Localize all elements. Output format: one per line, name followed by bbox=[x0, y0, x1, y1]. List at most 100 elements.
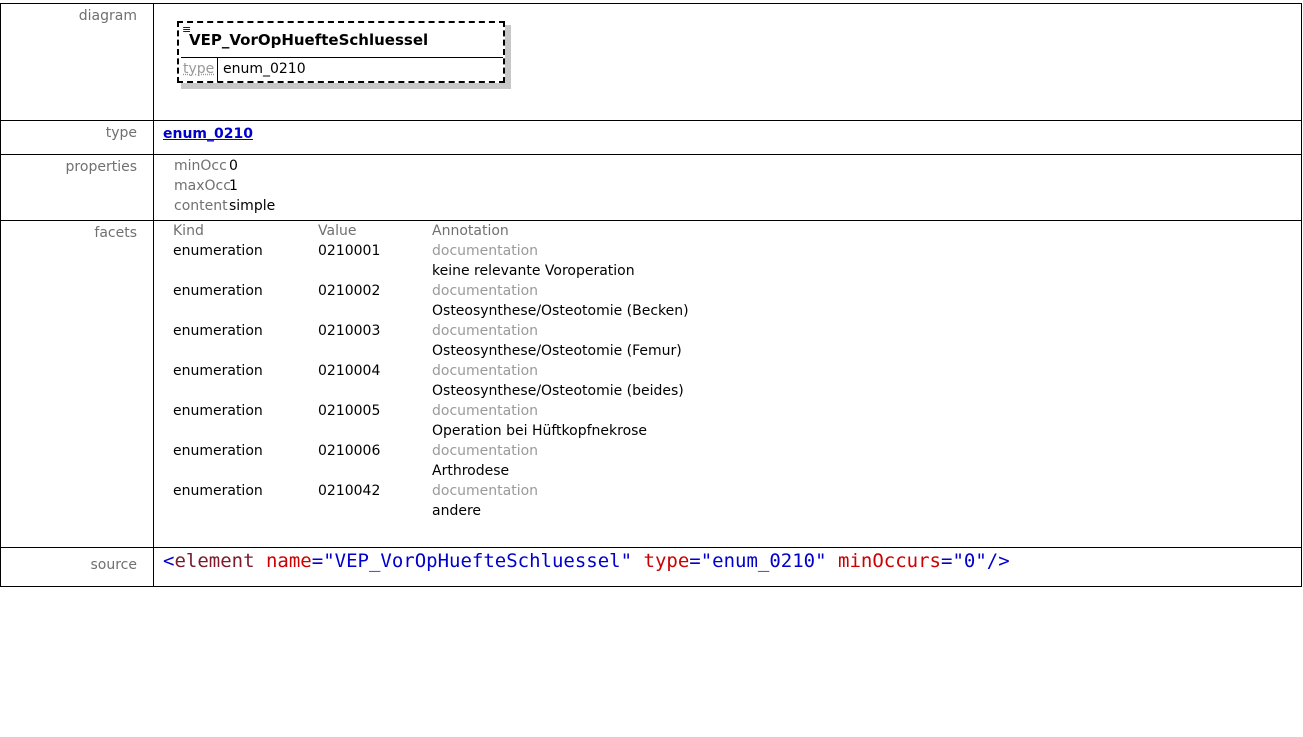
diagram-type-divider bbox=[217, 58, 218, 82]
facet-spacer bbox=[173, 301, 318, 321]
source-open-bracket: < bbox=[163, 550, 175, 572]
source-label: source bbox=[90, 557, 138, 573]
properties-label: properties bbox=[65, 159, 137, 175]
source-close-bracket: /> bbox=[986, 550, 1010, 572]
facet-annotation-text: andere bbox=[432, 503, 482, 519]
facet-kind: enumeration bbox=[173, 403, 263, 419]
diagram-element-box[interactable]: ≡ VEP_VorOpHuefteSchluessel type enum_02… bbox=[177, 21, 505, 83]
type-link[interactable]: enum_0210 bbox=[163, 126, 253, 142]
facet-annotation-label: documentation bbox=[432, 403, 539, 419]
source-code: <element name="VEP_VorOpHuefteSchluessel… bbox=[154, 548, 1301, 572]
diagram-label: diagram bbox=[78, 8, 137, 24]
source-equals: = bbox=[940, 550, 953, 572]
facet-annotation-row: andere bbox=[173, 501, 1301, 521]
source-cell: <element name="VEP_VorOpHuefteSchluessel… bbox=[153, 547, 1302, 587]
facet-row: enumeration 0210042 documentation bbox=[173, 481, 1301, 501]
facet-annotation-text: Operation bei Hüftkopfnekrose bbox=[432, 423, 648, 439]
facets-header-row: Kind Value Annotation bbox=[173, 221, 1301, 241]
facet-kind: enumeration bbox=[173, 363, 263, 379]
facet-annotation-label: documentation bbox=[432, 243, 539, 259]
element-diagram[interactable]: ≡ VEP_VorOpHuefteSchluessel type enum_02… bbox=[177, 21, 511, 89]
facet-value: 0210005 bbox=[318, 403, 381, 419]
source-space bbox=[632, 550, 643, 572]
facet-spacer bbox=[318, 261, 432, 281]
facet-annotation-text: Osteosynthese/Osteotomie (Becken) bbox=[432, 303, 689, 319]
facet-annotation-text: keine relevante Voroperation bbox=[432, 263, 635, 279]
facet-kind: enumeration bbox=[173, 283, 263, 299]
properties-cell: minOcc 0 maxOcc 1 content simple bbox=[153, 154, 1302, 221]
facet-kind: enumeration bbox=[173, 323, 263, 339]
source-label-cell: source bbox=[0, 547, 154, 587]
property-key: maxOcc bbox=[174, 178, 231, 194]
facet-spacer bbox=[318, 501, 432, 521]
facet-row: enumeration 0210005 documentation bbox=[173, 401, 1301, 421]
element-properties-table: diagram ≡ VEP_VorOpHuefteSchluessel type… bbox=[0, 3, 1302, 587]
facet-annotation-row: keine relevante Voroperation bbox=[173, 261, 1301, 281]
facet-spacer bbox=[173, 261, 318, 281]
facet-annotation-text: Osteosynthese/Osteotomie (Femur) bbox=[432, 343, 682, 359]
facet-annotation-text: Osteosynthese/Osteotomie (beides) bbox=[432, 383, 684, 399]
facets-header-annotation: Annotation bbox=[432, 223, 509, 239]
diagram-label-cell: diagram bbox=[0, 3, 154, 121]
source-equals: = bbox=[311, 550, 324, 572]
diagram-type-value: enum_0210 bbox=[223, 61, 306, 77]
facet-spacer bbox=[318, 341, 432, 361]
facet-spacer bbox=[318, 381, 432, 401]
source-attr-value: "VEP_VorOpHuefteSchluessel" bbox=[323, 550, 633, 572]
facet-row: enumeration 0210004 documentation bbox=[173, 361, 1301, 381]
facets-row: facets Kind Value Annotation enumeration… bbox=[0, 220, 1302, 548]
facet-annotation-row: Arthrodese bbox=[173, 461, 1301, 481]
facet-annotation-row: Osteosynthese/Osteotomie (beides) bbox=[173, 381, 1301, 401]
facet-value: 0210001 bbox=[318, 243, 381, 259]
facet-annotation-label: documentation bbox=[432, 323, 539, 339]
facet-row: enumeration 0210003 documentation bbox=[173, 321, 1301, 341]
properties-list: minOcc 0 maxOcc 1 content simple bbox=[174, 156, 1301, 216]
facet-row: enumeration 0210001 documentation bbox=[173, 241, 1301, 261]
facet-annotation-label: documentation bbox=[432, 443, 539, 459]
facet-value: 0210004 bbox=[318, 363, 381, 379]
facet-kind: enumeration bbox=[173, 443, 263, 459]
source-tag-name: element bbox=[174, 550, 255, 572]
facets-header-kind: Kind bbox=[173, 223, 204, 239]
facet-spacer bbox=[173, 461, 318, 481]
facet-annotation-row: Osteosynthese/Osteotomie (Femur) bbox=[173, 341, 1301, 361]
source-attr-name: name bbox=[265, 550, 312, 572]
source-row: source <element name="VEP_VorOpHuefteSch… bbox=[0, 547, 1302, 587]
facet-kind: enumeration bbox=[173, 483, 263, 499]
facet-spacer bbox=[173, 341, 318, 361]
property-value: simple bbox=[229, 198, 276, 214]
facets-table: Kind Value Annotation enumeration 0210001… bbox=[173, 221, 1301, 521]
facet-spacer bbox=[173, 421, 318, 441]
facet-annotation-label: documentation bbox=[432, 363, 539, 379]
schema-doc-page: diagram ≡ VEP_VorOpHuefteSchluessel type… bbox=[0, 0, 1303, 737]
type-row: type enum_0210 bbox=[0, 120, 1302, 155]
facet-annotation-text: Arthrodese bbox=[432, 463, 510, 479]
source-attr-value: "enum_0210" bbox=[700, 550, 827, 572]
property-row: minOcc 0 bbox=[174, 156, 1301, 176]
type-label-cell: type bbox=[0, 120, 154, 155]
facet-annotation-label: documentation bbox=[432, 283, 539, 299]
facet-row: enumeration 0210006 documentation bbox=[173, 441, 1301, 461]
properties-row: properties minOcc 0 maxOcc 1 content simple bbox=[0, 154, 1302, 221]
property-value: 0 bbox=[229, 158, 238, 174]
diagram-divider bbox=[181, 57, 503, 58]
facet-annotation-label: documentation bbox=[432, 483, 539, 499]
property-value: 1 bbox=[229, 178, 238, 194]
properties-label-cell: properties bbox=[0, 154, 154, 221]
facets-label: facets bbox=[94, 225, 137, 241]
type-cell: enum_0210 bbox=[153, 120, 1302, 155]
source-space bbox=[827, 550, 838, 572]
facet-spacer bbox=[318, 421, 432, 441]
facet-spacer bbox=[173, 381, 318, 401]
diagram-cell: ≡ VEP_VorOpHuefteSchluessel type enum_02… bbox=[153, 3, 1302, 121]
facet-spacer bbox=[318, 301, 432, 321]
facet-spacer bbox=[173, 501, 318, 521]
facet-value: 0210042 bbox=[318, 483, 381, 499]
property-key: minOcc bbox=[174, 158, 227, 174]
facet-value: 0210003 bbox=[318, 323, 381, 339]
type-label: type bbox=[105, 125, 137, 141]
property-key: content bbox=[174, 198, 228, 214]
facet-annotation-row: Operation bei Hüftkopfnekrose bbox=[173, 421, 1301, 441]
property-row: content simple bbox=[174, 196, 1301, 216]
facet-annotation-row: Osteosynthese/Osteotomie (Becken) bbox=[173, 301, 1301, 321]
